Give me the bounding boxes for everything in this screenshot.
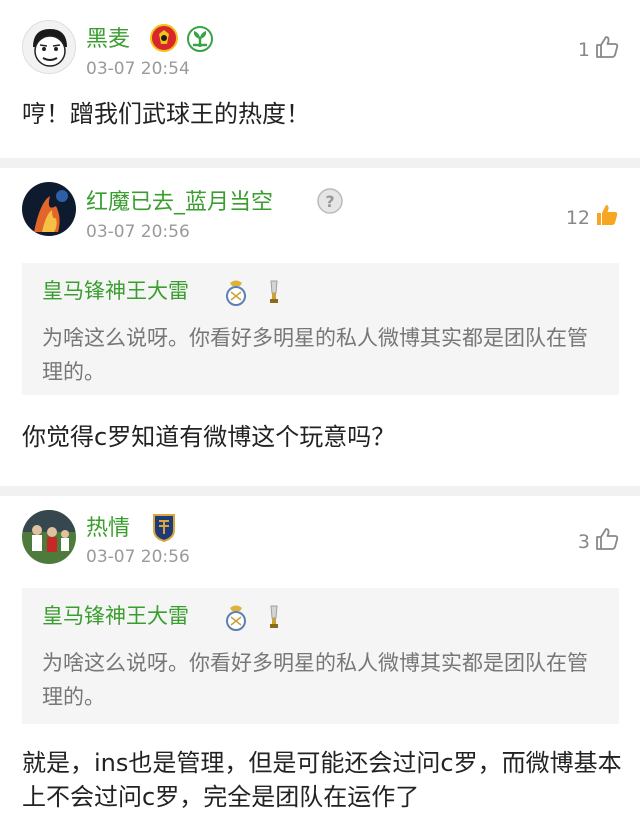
football-players-avatar-icon <box>22 510 76 564</box>
quoted-reply[interactable]: 皇马锋神王大雷 为啥这么说呀。你看好多明星的私人微博其实都是团队在管理的。 <box>22 588 619 724</box>
quoted-text: 为啥这么说呀。你看好多明星的私人微博其实都是团队在管理的。 <box>42 326 588 384</box>
comment-text: 你觉得c罗知道有微博这个玩意吗？ <box>22 423 396 451</box>
avatar[interactable] <box>22 20 76 74</box>
comment-item: 热情 03-07 20:56 3 皇马锋神王大雷 为啥这么说呀。你看好多明星的私… <box>0 496 640 822</box>
quoted-reply[interactable]: 皇马锋神王大雷 为啥这么说呀。你看好多明星的私人微博其实都是团队在管理的。 <box>22 263 619 395</box>
thumbs-up-icon <box>596 528 619 550</box>
manchester-united-badge-icon[interactable] <box>150 24 178 52</box>
question-mark-icon[interactable]: ? <box>316 187 344 215</box>
jiangsu-club-badge-icon[interactable] <box>150 512 178 543</box>
real-madrid-badge-icon[interactable] <box>222 602 250 632</box>
green-plant-badge-icon[interactable] <box>186 25 214 53</box>
comment-username[interactable]: 红魔已去_蓝月当空 <box>86 192 273 214</box>
real-madrid-badge-icon[interactable] <box>222 277 250 307</box>
avatar[interactable] <box>22 510 76 564</box>
dark-fire-avatar-icon <box>22 182 76 236</box>
like-button[interactable]: 12 <box>566 202 620 228</box>
comment-item: 黑麦 03-07 20:54 1 哼！蹭我们武球王的热度！ <box>0 0 640 158</box>
divider <box>0 486 640 496</box>
like-button[interactable]: 3 <box>578 526 620 552</box>
thumbs-up-icon <box>596 36 619 58</box>
divider <box>0 158 640 168</box>
quoted-text: 为啥这么说呀。你看好多明星的私人微博其实都是团队在管理的。 <box>42 651 588 709</box>
comment-text: 就是，ins也是管理，但是可能还会过问c罗，而微博基本上不会过问c罗，完全是团队… <box>22 749 622 811</box>
like-button[interactable]: 1 <box>578 34 620 60</box>
svg-text:?: ? <box>325 192 334 211</box>
cartoon-avatar-icon <box>23 21 75 73</box>
comment-username[interactable]: 热情 <box>86 518 130 540</box>
comment-username[interactable]: 黑麦 <box>86 29 130 51</box>
like-count: 3 <box>577 531 590 553</box>
quoted-username[interactable]: 皇马锋神王大雷 <box>42 606 189 627</box>
thumbs-up-filled-icon <box>597 205 618 225</box>
comment-item: 红魔已去_蓝月当空 ? 03-07 20:56 12 皇马锋神王大雷 为啥这么说… <box>0 168 640 486</box>
trophy-icon[interactable] <box>260 277 288 307</box>
comment-text: 哼！蹭我们武球王的热度！ <box>22 100 310 128</box>
comment-timestamp: 03-07 20:56 <box>86 222 190 242</box>
quoted-username[interactable]: 皇马锋神王大雷 <box>42 281 189 302</box>
avatar[interactable] <box>22 182 76 236</box>
comment-timestamp: 03-07 20:54 <box>86 59 190 79</box>
comment-timestamp: 03-07 20:56 <box>86 547 190 567</box>
like-count: 1 <box>577 39 590 61</box>
like-count: 12 <box>565 207 590 229</box>
trophy-icon[interactable] <box>260 602 288 632</box>
